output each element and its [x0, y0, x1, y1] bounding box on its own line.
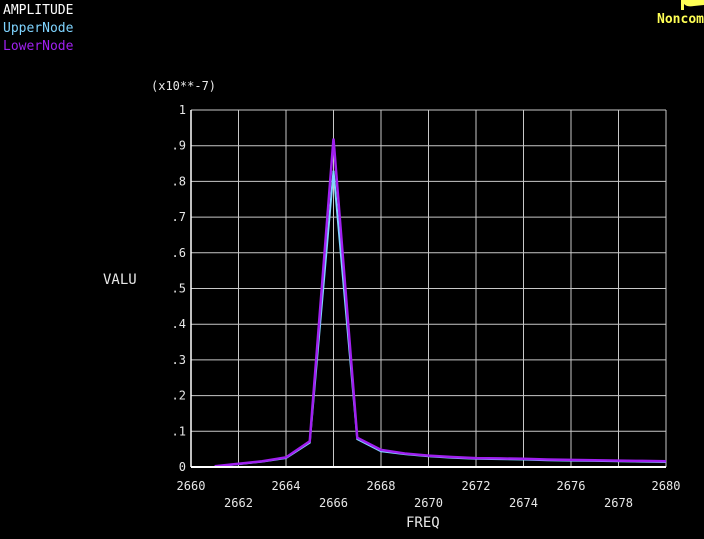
y-axis-label: VALU [103, 272, 137, 288]
y-tick-label: 0 [179, 460, 186, 474]
y-tick-label: .7 [172, 210, 186, 224]
x-tick-label: 2674 [509, 496, 538, 510]
x-tick-label: 2660 [177, 479, 206, 493]
y-tick-label: 1 [179, 103, 186, 117]
x-tick-label: 2670 [414, 496, 443, 510]
x-tick-label: 2668 [367, 479, 396, 493]
y-tick-label: .1 [172, 424, 186, 438]
y-tick-label: .9 [172, 139, 186, 153]
series-line-uppernode [214, 170, 667, 468]
x-axis-label: FREQ [406, 515, 440, 531]
y-tick-label: .2 [172, 389, 186, 403]
x-tick-label: 2666 [319, 496, 348, 510]
y-tick-label: .6 [172, 246, 186, 260]
series-line-lowernode [214, 138, 667, 468]
x-tick-label: 2664 [272, 479, 301, 493]
x-tick-label: 2678 [604, 496, 633, 510]
y-tick-label: .5 [172, 282, 186, 296]
x-tick-label: 2676 [557, 479, 586, 493]
y-tick-label: .3 [172, 353, 186, 367]
exponent-label: (x10**-7) [151, 79, 216, 93]
x-tick-label: 2680 [652, 479, 681, 493]
x-tick-label: 2672 [462, 479, 491, 493]
amplitude-chart: 2660 2662 2664 2666 2668 2670 2672 2674 2676 2678… [103, 79, 681, 531]
y-tick-label: .8 [172, 174, 186, 188]
x-tick-label: 2662 [224, 496, 253, 510]
y-tick-label: .4 [172, 317, 186, 331]
